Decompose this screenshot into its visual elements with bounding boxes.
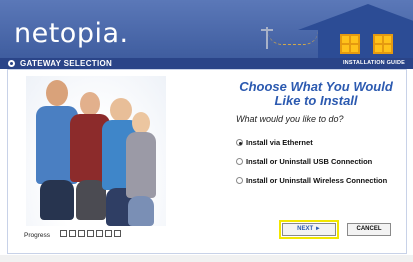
option-install-usb[interactable]: Install or Uninstall USB Connection — [236, 157, 373, 166]
option-label: Install or Uninstall Wireless Connection — [246, 176, 388, 185]
option-install-ethernet[interactable]: Install via Ethernet — [236, 138, 313, 147]
installation-guide-label: INSTALLATION GUIDE — [342, 60, 405, 66]
option-install-wireless[interactable]: Install or Uninstall Wireless Connection — [236, 176, 388, 185]
wire-graphic — [268, 31, 318, 45]
progress-step — [87, 230, 94, 237]
netopia-logo: netopia. — [14, 18, 129, 49]
family-photo — [26, 76, 166, 226]
progress-step — [96, 230, 103, 237]
progress-label: Progress — [24, 232, 51, 239]
circle-marker-icon — [8, 60, 15, 67]
page-heading: Choose What You Would Like to Install — [239, 79, 393, 108]
house-icon — [298, 4, 413, 30]
arrow-right-icon: ► — [314, 226, 321, 232]
section-bar: GATEWAY SELECTION INSTALLATION GUIDE — [0, 58, 413, 69]
cancel-button[interactable]: CANCEL — [347, 223, 391, 236]
option-label: Install via Ethernet — [246, 138, 313, 147]
progress-step — [114, 230, 121, 237]
progress-step — [69, 230, 76, 237]
progress-indicator — [60, 230, 121, 237]
question-text: What would you like to do? — [236, 114, 344, 124]
radio-button[interactable] — [236, 158, 243, 165]
progress-step — [60, 230, 67, 237]
next-button[interactable]: NEXT ► — [282, 223, 336, 236]
content-panel: Choose What You Would Like to Install Wh… — [7, 69, 407, 254]
app-header: netopia. — [0, 0, 413, 58]
section-title: GATEWAY SELECTION — [20, 59, 113, 68]
progress-step — [78, 230, 85, 237]
bottom-strip — [0, 255, 413, 262]
window-icon — [340, 34, 360, 54]
option-label: Install or Uninstall USB Connection — [246, 157, 373, 166]
window-icon — [373, 34, 393, 54]
radio-button[interactable] — [236, 177, 243, 184]
progress-step — [105, 230, 112, 237]
house-body — [318, 28, 413, 58]
radio-button-selected[interactable] — [236, 139, 243, 146]
